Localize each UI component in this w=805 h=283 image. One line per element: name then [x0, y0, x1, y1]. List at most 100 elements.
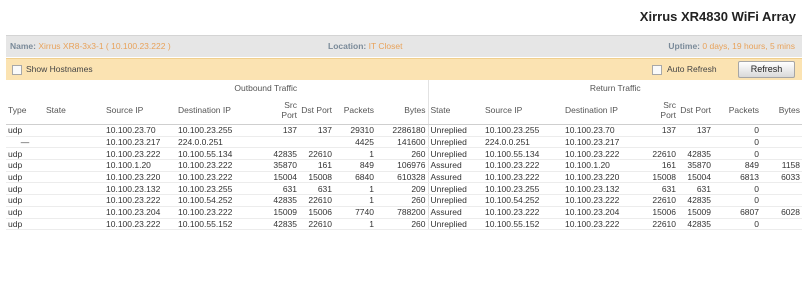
return-traffic-header: Return Traffic: [427, 80, 802, 96]
table-cell: [44, 218, 104, 231]
table-cell: 22610: [299, 147, 334, 161]
table-row: udp 10.100.23.222 10.100.55.134 42835 22610 1…: [6, 147, 802, 161]
table-cell: [44, 194, 104, 207]
show-hostnames-label[interactable]: Show Hostnames: [26, 64, 93, 74]
table-cell: 42835: [678, 194, 713, 207]
table-cell: 1158: [761, 159, 802, 172]
column-header: Destination IP: [176, 96, 266, 125]
table-cell: 10.100.23.132: [104, 182, 176, 196]
location-value: IT Closet: [368, 41, 403, 51]
column-header: Destination IP: [563, 96, 650, 125]
table-cell: 788200: [376, 206, 428, 219]
table-cell: 10.100.23.222: [563, 218, 650, 231]
table-body: udp 10.100.23.70 10.100.23.255 137 137 29310 2…: [6, 124, 802, 231]
uptime-value: 0 days, 19 hours, 5 mins: [702, 41, 795, 51]
column-header: Source IP: [483, 96, 563, 125]
table-cell: [44, 171, 104, 184]
table-row: —10.100.23.217 224.0.0.251 4425 141600 Unrep…: [6, 136, 802, 149]
table-cell: 1: [334, 194, 376, 207]
table-cell: [761, 218, 802, 231]
table-cell: 10.100.54.252: [176, 194, 266, 207]
column-header: Packets: [713, 96, 761, 125]
table-cell: 1: [334, 182, 376, 196]
table-cell: 10.100.23.222: [483, 171, 563, 184]
table-cell: [299, 136, 334, 149]
table-cell: 10.100.23.217: [104, 136, 176, 149]
table-cell: 610328: [376, 171, 428, 184]
table-cell: [44, 159, 104, 172]
column-header: Src Port: [266, 96, 299, 125]
table-cell: Unreplied: [427, 194, 483, 207]
table-cell: Unreplied: [427, 147, 483, 161]
table-cell: Assured: [427, 159, 483, 172]
table-cell: 10.100.1.20: [563, 159, 650, 172]
table-cell: 0: [713, 147, 761, 161]
column-header: Type: [6, 96, 44, 125]
table-cell: 15004: [266, 171, 299, 184]
table-cell: 10.100.23.255: [483, 182, 563, 196]
table-header: Outbound Traffic Return Traffic Type Stat…: [6, 80, 802, 125]
show-hostnames-checkbox[interactable]: [12, 65, 22, 75]
table-cell: 22610: [299, 218, 334, 231]
table-cell: 22610: [299, 194, 334, 207]
table-cell: 224.0.0.251: [176, 136, 266, 149]
table-cell: 42835: [266, 218, 299, 231]
column-header: Bytes: [761, 96, 802, 125]
auto-refresh-checkbox[interactable]: [652, 65, 662, 75]
table-row: udp 10.100.23.222 10.100.54.252 42835 22610 1…: [6, 194, 802, 207]
device-location: Location: IT Closet: [328, 41, 402, 51]
table-cell: 10.100.23.255: [176, 182, 266, 196]
table-cell: 631: [266, 182, 299, 196]
table-cell: [761, 136, 802, 149]
table-cell: 10.100.23.70: [104, 124, 176, 137]
device-name: Name: Xirrus XR8-3x3-1 ( 10.100.23.222 ): [10, 41, 171, 51]
table-cell: udp: [6, 206, 44, 219]
table-cell: 10.100.23.222: [104, 218, 176, 231]
table-cell: [44, 182, 104, 196]
table-cell: 42835: [266, 194, 299, 207]
page-title: Xirrus XR4830 WiFi Array: [639, 9, 796, 24]
table-cell: [44, 206, 104, 219]
table-cell: 42835: [678, 218, 713, 231]
table-cell: 22610: [650, 218, 678, 231]
table-cell: 161: [650, 159, 678, 172]
device-uptime: Uptime: 0 days, 19 hours, 5 mins: [668, 41, 795, 51]
table-cell: 15008: [299, 171, 334, 184]
column-header: Dst Port: [299, 96, 334, 125]
uptime-label: Uptime:: [668, 41, 701, 51]
table-cell: 137: [650, 124, 678, 137]
table-cell: 7740: [334, 206, 376, 219]
traffic-table: Outbound Traffic Return Traffic Type Stat…: [6, 80, 802, 231]
table-cell: 10.100.23.204: [104, 206, 176, 219]
table-cell: 10.100.23.222: [104, 147, 176, 161]
table-cell: 29310: [334, 124, 376, 137]
table-cell: 22610: [650, 147, 678, 161]
table-cell: 15008: [650, 171, 678, 184]
table-cell: 10.100.55.134: [483, 147, 563, 161]
table-cell: Unreplied: [427, 136, 483, 149]
table-cell: 10.100.23.222: [176, 171, 266, 184]
table-cell: udp: [6, 182, 44, 196]
table-cell: Assured: [427, 206, 483, 219]
table-cell: udp: [6, 194, 44, 207]
table-cell: 631: [678, 182, 713, 196]
table-cell: 22610: [650, 194, 678, 207]
table-cell: 10.100.23.132: [563, 182, 650, 196]
table-cell: [44, 124, 104, 137]
table-cell: 10.100.23.222: [104, 194, 176, 207]
table-cell: 137: [678, 124, 713, 137]
refresh-button[interactable]: Refresh: [738, 61, 795, 78]
column-header: Src Port: [650, 96, 678, 125]
name-label: Name:: [10, 41, 36, 51]
table-row: udp 10.100.23.70 10.100.23.255 137 137 29310 2…: [6, 124, 802, 137]
outbound-traffic-header: Outbound Traffic: [234, 83, 298, 93]
table-cell: 209: [376, 182, 428, 196]
name-value: Xirrus XR8-3x3-1 ( 10.100.23.222 ): [38, 41, 171, 51]
table-cell: 15009: [266, 206, 299, 219]
table-cell: 260: [376, 147, 428, 161]
table-cell: 6028: [761, 206, 802, 219]
auto-refresh-label[interactable]: Auto Refresh: [667, 64, 717, 74]
table-cell: 15006: [650, 206, 678, 219]
header-group-row: Outbound Traffic Return Traffic: [6, 80, 802, 96]
table-cell: udp: [6, 159, 44, 172]
